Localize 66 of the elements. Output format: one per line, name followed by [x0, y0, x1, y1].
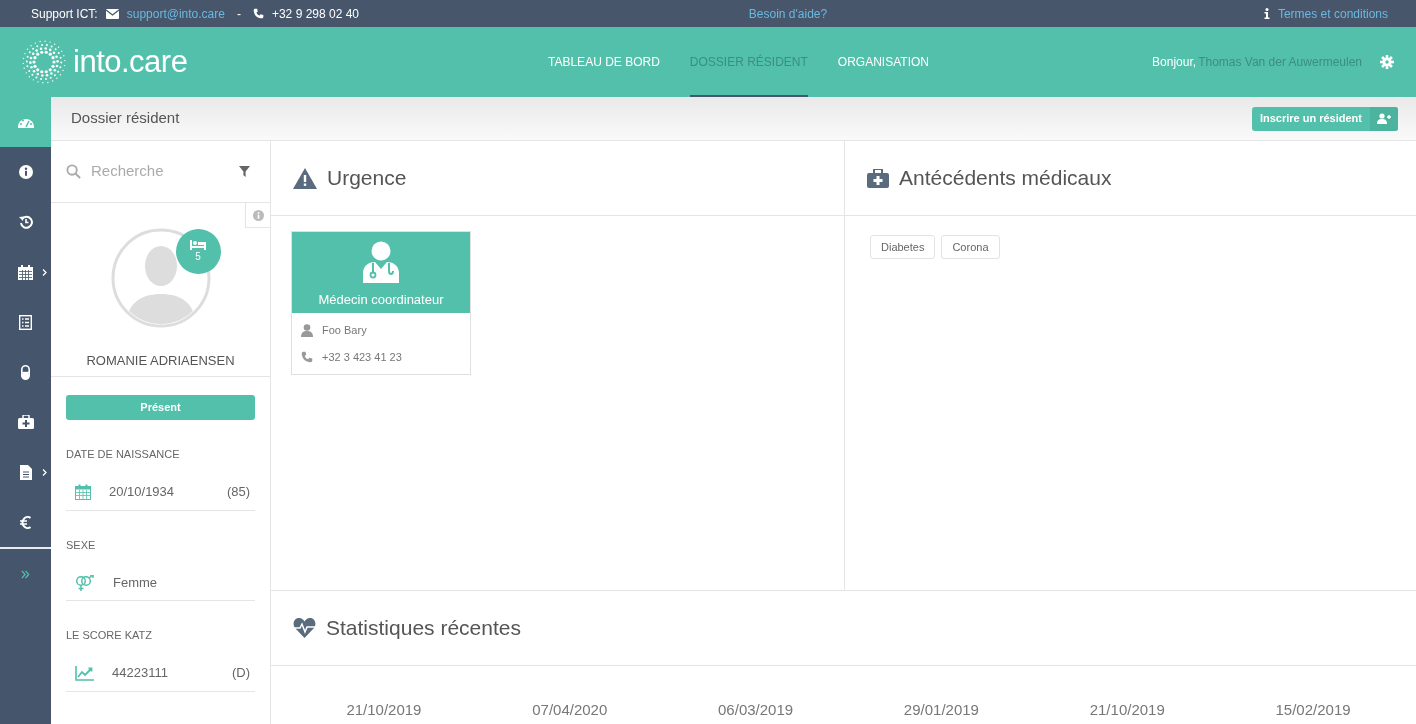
- condition-tag: Corona: [941, 235, 1000, 259]
- help-link[interactable]: Besoin d'aide?: [748, 4, 828, 23]
- status-button[interactable]: Présent: [66, 395, 255, 420]
- info-icon: [18, 165, 33, 179]
- page-title: Dossier résident: [71, 108, 180, 129]
- pill-icon: [21, 364, 30, 380]
- chevron-icon: [42, 269, 47, 276]
- field-label: SEXE: [66, 537, 97, 553]
- expand-icon[interactable]: [21, 569, 30, 579]
- stat-date: 07/04/2020: [532, 700, 608, 720]
- logo-text: into.care: [73, 42, 188, 81]
- nav-tab[interactable]: TABLEAU DE BORD: [548, 27, 660, 97]
- doctor-icon: [361, 241, 401, 283]
- support-label: Support ICT:: [31, 5, 98, 23]
- checklist-icon: [19, 314, 32, 330]
- section-title: Urgence: [327, 165, 407, 192]
- resident-name: ROMANIE ADRIAENSEN: [86, 352, 235, 370]
- search-icon: [66, 164, 81, 179]
- stat-date: 21/10/2019: [1089, 700, 1165, 720]
- field-label: LE SCORE KATZ: [66, 628, 153, 643]
- medkit-icon: [17, 415, 34, 429]
- calendar-icon: [18, 264, 33, 280]
- info-icon: [1263, 8, 1270, 19]
- contact-phone: +32 3 423 41 23: [322, 349, 402, 365]
- section-title: Antécédents médicaux: [899, 165, 1112, 192]
- add-user-icon: [1377, 113, 1391, 124]
- nav-tab[interactable]: ORGANISATION: [837, 27, 929, 97]
- calendar-icon: [75, 484, 91, 500]
- field-extra: (85): [226, 483, 250, 502]
- medkit-icon: [867, 168, 889, 188]
- field-extra: (D): [231, 664, 250, 683]
- field-value: Femme: [113, 573, 158, 592]
- logo-icon: [21, 39, 67, 85]
- warning-icon: [293, 167, 317, 189]
- euro-icon: [20, 515, 31, 529]
- document-icon: [19, 464, 32, 480]
- field-value: 20/10/1934: [109, 483, 175, 502]
- history-icon: [18, 215, 33, 229]
- field-label: DATE DE NAISSANCE: [66, 447, 181, 462]
- greeting: Bonjour,: [1152, 54, 1197, 71]
- chart-icon: [75, 665, 94, 681]
- search-field[interactable]: Recherche: [91, 160, 221, 183]
- email-link[interactable]: support@into.care: [126, 4, 225, 23]
- terms-link[interactable]: Termes et conditions: [1277, 4, 1388, 23]
- separator: -: [236, 5, 241, 23]
- phone-icon: [301, 350, 313, 363]
- stat-date: 15/02/2019: [1275, 700, 1351, 720]
- section-title: Statistiques récentes: [326, 615, 521, 642]
- gender-icon: [75, 574, 95, 591]
- condition-tag: Diabetes: [870, 235, 936, 259]
- person-icon: [301, 323, 313, 337]
- filter-icon[interactable]: [239, 166, 250, 177]
- field-value: 44223111: [112, 664, 168, 683]
- heartbeat-icon: [293, 618, 316, 638]
- dashboard-icon: [17, 116, 34, 128]
- chevron-icon: [42, 469, 47, 476]
- contact-name: Foo Bary: [322, 323, 367, 338]
- bed-icon: [190, 239, 206, 250]
- contact-role: Médecin coordinateur: [318, 291, 444, 309]
- mail-icon: [105, 8, 119, 19]
- stat-date: 21/10/2019: [346, 700, 422, 720]
- register-resident-button[interactable]: Inscrire un résident: [1251, 106, 1398, 131]
- support-phone: +32 9 298 02 40: [271, 5, 360, 23]
- phone-icon: [252, 8, 264, 19]
- stat-date: 06/03/2019: [718, 700, 794, 720]
- stat-date: 29/01/2019: [903, 700, 979, 720]
